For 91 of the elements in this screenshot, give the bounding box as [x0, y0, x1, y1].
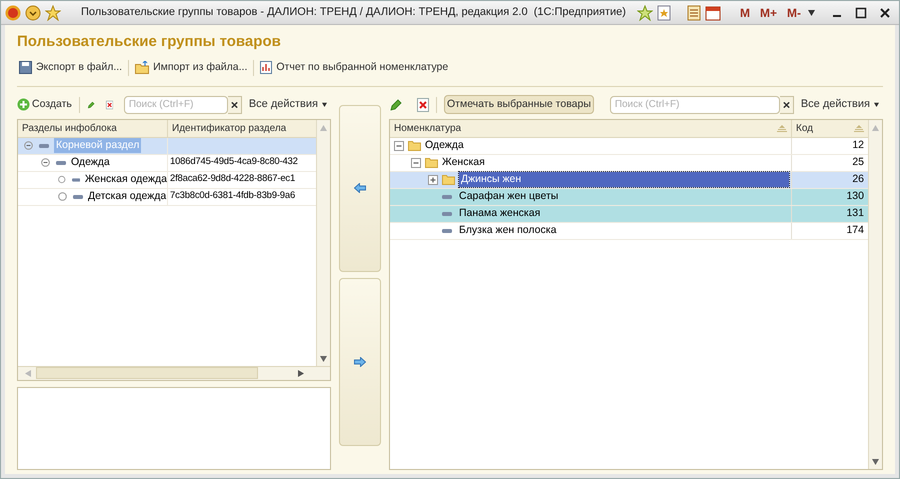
plus-icon	[17, 98, 30, 111]
calendar-icon[interactable]	[704, 4, 721, 20]
dropdown-icon[interactable]	[25, 4, 41, 20]
memory-button[interactable]: M+	[756, 4, 780, 22]
pencil-icon[interactable]	[389, 98, 403, 112]
clear-icon[interactable]	[228, 96, 242, 114]
caret-icon[interactable]	[874, 102, 879, 107]
tree-label: Сарафан жен цветы	[459, 188, 558, 204]
scrollbar-thumb[interactable]	[36, 367, 258, 379]
table-cell-text: 26	[851, 172, 865, 187]
floppy-icon	[19, 61, 32, 74]
arrow-right-icon	[354, 357, 366, 368]
tree-row[interactable]: Одежда 1086d745-49d5-4ca9-8c80-432	[18, 154, 316, 172]
tree-row[interactable]: Блузка жен полоска 174	[390, 222, 868, 240]
tree-row[interactable]: Женская 25	[390, 154, 868, 172]
star-icon[interactable]	[45, 4, 61, 20]
table-cell-text: 131	[845, 206, 865, 221]
tree-label: Женская	[442, 154, 485, 170]
table-cell-text: 2f8aca62-9d8d-4228-8867-ec1	[169, 172, 296, 186]
collapse-icon[interactable]	[411, 158, 421, 168]
tree-row[interactable]: Детская одежда 7c3b8c0d-6381-4fdb-83b9-9a6	[18, 188, 316, 206]
collapse-icon[interactable]	[394, 140, 404, 150]
column-header[interactable]: Код	[792, 120, 868, 136]
tree-row[interactable]: Женская одежда 2f8aca62-9d8d-4228-8867-ec1	[18, 172, 316, 188]
leaf-circle-icon[interactable]	[58, 192, 67, 201]
caret-icon[interactable]	[808, 9, 815, 16]
search-field[interactable]: Поиск (Ctrl+F)	[124, 96, 228, 114]
all-actions-menu[interactable]: Все действия	[796, 96, 883, 113]
tree-row[interactable]: Сарафан жен цветы 130	[390, 188, 868, 206]
scroll-down-icon[interactable]	[872, 458, 879, 465]
toolbar-button[interactable]: Экспорт в файл...	[17, 60, 124, 76]
memory-button[interactable]: M-	[784, 4, 804, 22]
table-cell-text: 7c3b8c0d-6381-4fdb-83b9-9a6	[169, 189, 296, 204]
tree-label: Блузка жен полоска	[459, 222, 556, 238]
toolbar-button[interactable]: Импорт из файла...	[133, 60, 250, 76]
column-header[interactable]: Номенклатура	[390, 120, 792, 136]
clear-icon[interactable]	[780, 96, 794, 114]
tree-label: Панама женская	[459, 206, 540, 221]
table-cell-text: 130	[845, 188, 865, 204]
bookmark-icon[interactable]	[656, 4, 671, 20]
column-header[interactable]: Разделы инфоблока	[18, 120, 168, 136]
toolbar-button[interactable]: Отчет по выбранной номенклатуре	[258, 60, 450, 76]
tree-row[interactable]: Одежда 12	[390, 138, 868, 154]
maximize-icon[interactable]	[855, 6, 867, 18]
memory-button[interactable]: M	[736, 4, 753, 22]
table-cell-text: 25	[851, 154, 865, 170]
column-header[interactable]: Идентификатор раздела	[168, 120, 316, 136]
table-cell-text: 1086d745-49d5-4ca9-8c80-432	[169, 155, 299, 170]
chart-report-icon	[260, 61, 272, 74]
collapse-icon[interactable]	[41, 158, 50, 167]
item-icon	[442, 228, 452, 232]
arrow-left-icon	[354, 183, 366, 194]
vertical-scrollbar[interactable]	[868, 120, 882, 469]
all-actions-menu[interactable]: Все действия	[244, 96, 331, 113]
item-icon	[73, 194, 83, 198]
tree-label: Одежда	[71, 154, 110, 170]
tree-row[interactable]: Панама женская 131	[390, 206, 868, 222]
folder-icon	[425, 157, 438, 168]
folder-icon	[135, 61, 150, 74]
close-icon[interactable]	[879, 6, 891, 18]
item-icon	[442, 194, 452, 198]
tree-label: Корневой раздел	[54, 138, 142, 154]
form-title: Пользовательские группы товаров	[17, 32, 282, 52]
table-cell-text: 174	[845, 222, 865, 238]
folder-icon	[408, 140, 421, 151]
vertical-scrollbar[interactable]	[316, 120, 330, 366]
delete-icon[interactable]	[417, 98, 429, 112]
app-logo-icon[interactable]	[5, 4, 21, 20]
table-cell-text: 12	[851, 138, 865, 153]
tree-label: Детская одежда	[88, 188, 166, 204]
item-icon	[442, 212, 452, 216]
expand-icon[interactable]	[428, 174, 438, 184]
star-arrow-icon[interactable]	[636, 4, 653, 20]
tree-label: Одежда	[425, 138, 464, 153]
calculator-icon[interactable]	[686, 4, 701, 20]
tree-row[interactable]: Джинсы жен 26	[390, 172, 868, 188]
caret-icon[interactable]	[322, 102, 327, 107]
window-title: Пользовательские группы товаров - ДАЛИОН: ТРЕНД / ДАЛИОН: ТРЕНД, редакция 2.0 (1С:Предприятие)	[81, 5, 626, 20]
folder-icon	[442, 174, 455, 185]
collapse-icon[interactable]	[24, 141, 33, 150]
tree-label: Джинсы жен	[459, 172, 789, 188]
create-button[interactable]: Создать	[17, 96, 72, 112]
item-icon	[39, 144, 49, 148]
leaf-circle-icon[interactable]	[58, 175, 66, 184]
item-icon	[72, 178, 80, 182]
item-icon	[56, 160, 66, 164]
tree-label: Женская одежда	[84, 172, 167, 187]
search-field[interactable]: Поиск (Ctrl+F)	[610, 96, 780, 114]
scroll-down-icon[interactable]	[320, 354, 327, 362]
scroll-right-icon[interactable]	[298, 370, 304, 376]
mark-selected-button[interactable]: Отмечать выбранные товары	[444, 95, 594, 114]
